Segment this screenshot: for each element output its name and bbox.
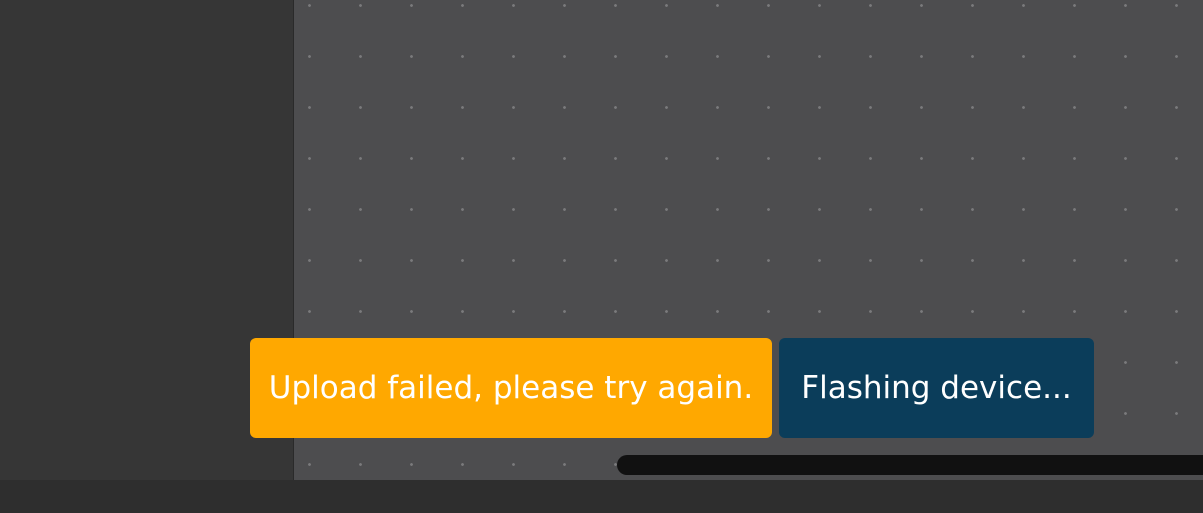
- horizontal-scrollbar[interactable]: [617, 455, 1203, 475]
- bottom-bar: [0, 480, 1203, 513]
- flashing-device-notification[interactable]: Flashing device...: [779, 338, 1094, 438]
- upload-failed-notification[interactable]: Upload failed, please try again.: [250, 338, 772, 438]
